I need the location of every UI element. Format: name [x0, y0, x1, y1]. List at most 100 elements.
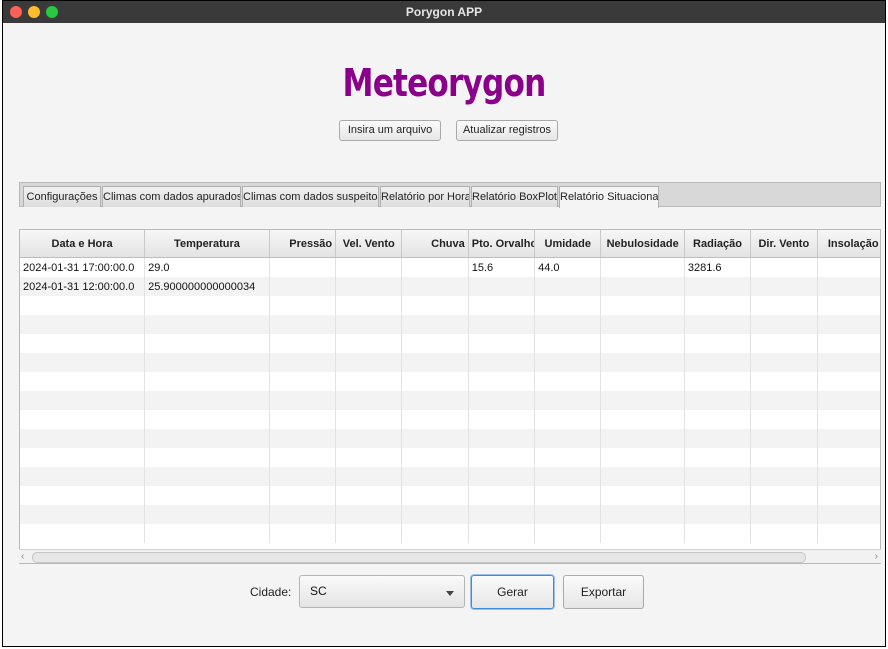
table-cell[interactable] [20, 448, 146, 467]
table-cell[interactable] [600, 467, 685, 486]
table-cell[interactable] [468, 391, 536, 410]
table-cell[interactable] [20, 410, 146, 429]
table-cell[interactable] [144, 429, 270, 448]
column-header-insolacao[interactable]: Insolação [817, 230, 880, 258]
table-cell[interactable] [20, 315, 146, 334]
table-cell[interactable] [750, 524, 818, 543]
table-cell[interactable] [684, 467, 752, 486]
table-row[interactable] [20, 505, 880, 524]
table-cell[interactable] [335, 429, 403, 448]
table-cell[interactable] [269, 486, 337, 505]
table-cell[interactable] [817, 505, 880, 524]
table-cell[interactable] [750, 448, 818, 467]
table-row[interactable] [20, 429, 880, 448]
table-row[interactable] [20, 334, 880, 353]
table-cell[interactable] [335, 486, 403, 505]
table-cell[interactable] [335, 277, 403, 296]
table-cell[interactable] [468, 505, 536, 524]
table-cell[interactable] [817, 410, 880, 429]
table-row[interactable] [20, 486, 880, 505]
table-row[interactable] [20, 315, 880, 334]
table-cell[interactable] [144, 410, 270, 429]
table-cell[interactable] [600, 353, 685, 372]
table-cell[interactable] [144, 315, 270, 334]
table-cell[interactable] [269, 257, 337, 277]
close-window-icon[interactable] [10, 6, 22, 18]
table-cell[interactable] [817, 467, 880, 486]
table-cell[interactable] [269, 448, 337, 467]
table-cell[interactable] [600, 391, 685, 410]
table-cell[interactable] [335, 372, 403, 391]
table-cell[interactable] [20, 505, 146, 524]
table-cell[interactable] [269, 505, 337, 524]
table-cell[interactable] [401, 486, 469, 505]
table-cell[interactable] [750, 467, 818, 486]
table-cell[interactable] [817, 372, 880, 391]
table-cell[interactable] [750, 410, 818, 429]
table-cell[interactable] [401, 467, 469, 486]
table-cell[interactable] [534, 505, 602, 524]
table-cell[interactable] [401, 429, 469, 448]
table-cell[interactable] [20, 353, 146, 372]
table-row[interactable] [20, 296, 880, 315]
table-cell[interactable] [269, 467, 337, 486]
table-cell[interactable] [817, 277, 880, 296]
table-cell[interactable] [144, 353, 270, 372]
table-cell[interactable] [335, 315, 403, 334]
table-cell[interactable] [401, 315, 469, 334]
table-cell[interactable] [401, 372, 469, 391]
table-cell[interactable] [20, 524, 146, 543]
table-cell[interactable] [20, 391, 146, 410]
scroll-left-icon[interactable]: ‹ [21, 550, 24, 563]
table-cell[interactable] [600, 334, 685, 353]
table-cell[interactable] [534, 467, 602, 486]
table-cell[interactable] [684, 391, 752, 410]
tab-relatorio-hora[interactable]: Relatório por Hora [380, 186, 470, 207]
table-cell[interactable] [684, 277, 752, 296]
column-header-vel-vento[interactable]: Vel. Vento [335, 230, 403, 258]
table-cell[interactable] [401, 296, 469, 315]
table-cell[interactable] [335, 448, 403, 467]
column-header-dir-vento[interactable]: Dir. Vento [750, 230, 818, 258]
table-cell[interactable] [269, 429, 337, 448]
city-select[interactable]: SC [299, 575, 465, 608]
table-cell[interactable] [468, 486, 536, 505]
table-cell[interactable] [817, 315, 880, 334]
generate-button[interactable]: Gerar [471, 575, 554, 609]
table-cell[interactable] [468, 429, 536, 448]
table-cell[interactable] [750, 334, 818, 353]
table-cell[interactable] [750, 391, 818, 410]
table-cell[interactable] [817, 334, 880, 353]
table-cell[interactable] [600, 315, 685, 334]
table-cell[interactable] [401, 524, 469, 543]
column-header-pto-orvalho[interactable]: Pto. Orvalho [468, 230, 536, 258]
table-cell[interactable] [817, 524, 880, 543]
table-cell[interactable] [269, 524, 337, 543]
table-cell[interactable] [144, 505, 270, 524]
table-cell[interactable] [600, 277, 685, 296]
table-cell[interactable] [144, 391, 270, 410]
export-button[interactable]: Exportar [563, 575, 644, 609]
table-cell[interactable] [534, 353, 602, 372]
table-cell[interactable] [750, 296, 818, 315]
table-cell[interactable] [144, 296, 270, 315]
table-cell[interactable] [335, 257, 403, 277]
table-cell[interactable] [684, 334, 752, 353]
table-cell[interactable] [684, 372, 752, 391]
table-cell[interactable] [600, 448, 685, 467]
table-cell[interactable] [335, 467, 403, 486]
table-cell[interactable] [534, 372, 602, 391]
table-cell[interactable] [269, 410, 337, 429]
table-cell[interactable] [750, 257, 818, 277]
table-cell[interactable] [817, 353, 880, 372]
table-cell[interactable] [468, 334, 536, 353]
table-row[interactable] [20, 448, 880, 467]
table-cell[interactable]: 44.0 [534, 257, 602, 277]
table-cell[interactable]: 3281.6 [684, 257, 752, 277]
table-cell[interactable] [750, 429, 818, 448]
table-cell[interactable] [401, 334, 469, 353]
table-cell[interactable] [600, 524, 685, 543]
minimize-window-icon[interactable] [28, 6, 40, 18]
insert-file-button[interactable]: Insira um arquivo [339, 120, 441, 141]
table-cell[interactable] [269, 353, 337, 372]
